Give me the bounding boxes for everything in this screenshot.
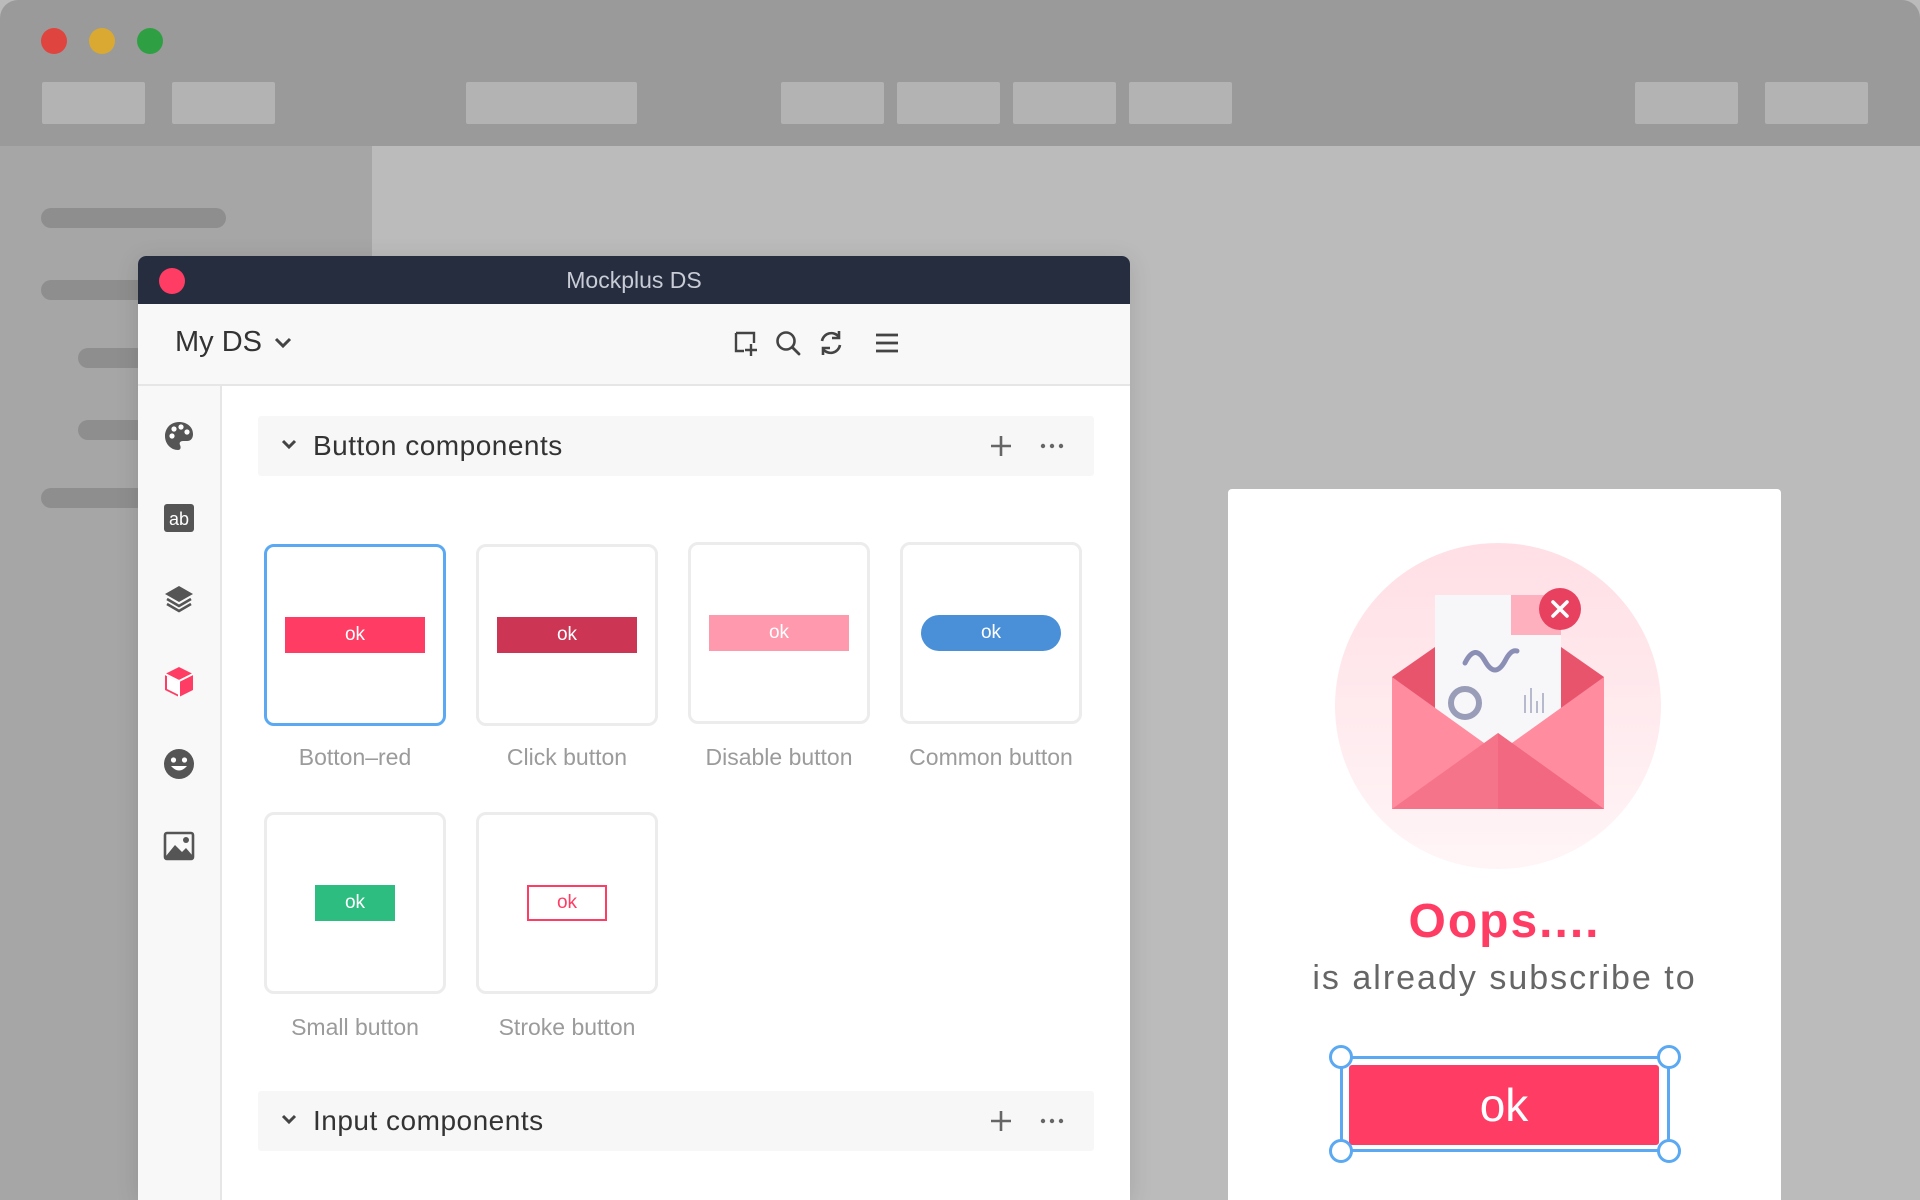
resize-handle-bottom-right[interactable]: [1657, 1139, 1681, 1163]
chevron-down-icon[interactable]: [280, 438, 298, 452]
component-card-disable-button[interactable]: ok: [688, 542, 870, 724]
button-preview-disable: ok: [709, 615, 849, 651]
ds-window-title: Mockplus DS: [566, 267, 702, 293]
library-name: My DS: [175, 326, 262, 358]
library-selector[interactable]: My DS: [175, 326, 292, 359]
placeholder-toolbar-item: [172, 82, 275, 124]
oops-dialog: Oops.... is already subscribe to ok: [1228, 489, 1781, 1200]
add-icon[interactable]: [988, 1108, 1014, 1134]
placeholder-toolbar-item: [42, 82, 145, 124]
component-card-common-button[interactable]: ok: [900, 542, 1082, 724]
section-header-inputs: Input components: [258, 1091, 1094, 1151]
window-zoom-dot[interactable]: [137, 28, 163, 54]
component-card-button-red[interactable]: ok: [264, 544, 446, 726]
resize-handle-top-left[interactable]: [1329, 1045, 1353, 1069]
refresh-icon[interactable]: [815, 326, 847, 360]
ds-toolbar: My DS: [138, 304, 1130, 386]
add-component-icon[interactable]: [730, 326, 762, 360]
component-card-small-button[interactable]: ok: [264, 812, 446, 994]
section-header-buttons: Button components: [258, 416, 1094, 476]
dialog-subtitle: is already subscribe to: [1312, 959, 1697, 997]
placeholder-line: [41, 488, 151, 508]
more-icon[interactable]: [1040, 442, 1064, 450]
placeholder-line: [41, 208, 226, 228]
component-label: Small button: [291, 1014, 419, 1040]
component-label: Stroke button: [498, 1014, 636, 1040]
placeholder-toolbar-item: [1635, 82, 1738, 124]
button-preview-small: ok: [315, 885, 395, 921]
button-preview-stroke: ok: [527, 885, 607, 921]
component-label: Disable button: [705, 744, 853, 770]
section-title-buttons: Button components: [313, 430, 563, 461]
ds-leftbar: ab: [138, 386, 222, 1200]
placeholder-toolbar-item: [1013, 82, 1116, 124]
resize-handle-bottom-left[interactable]: [1329, 1139, 1353, 1163]
placeholder-line: [41, 280, 151, 300]
add-icon[interactable]: [988, 433, 1014, 459]
emoji-icon[interactable]: [159, 744, 199, 784]
chevron-down-icon[interactable]: [280, 1113, 298, 1127]
dialog-title: Oops....: [1408, 895, 1601, 948]
button-preview-common: ok: [921, 615, 1061, 651]
component-card-click-button[interactable]: ok: [476, 544, 658, 726]
palette-icon[interactable]: [159, 416, 199, 456]
search-icon[interactable]: [772, 326, 804, 360]
ds-titlebar: Mockplus DS: [138, 256, 1130, 304]
mockplus-ds-window: Mockplus DS My DS ab Button components o…: [138, 256, 1130, 1200]
svg-text:ab: ab: [169, 509, 189, 529]
ok-button[interactable]: ok: [1349, 1065, 1659, 1145]
section-title-inputs: Input components: [313, 1105, 544, 1136]
component-label: Botton–red: [298, 744, 412, 770]
chevron-down-icon: [274, 337, 292, 348]
component-label: Click button: [506, 744, 628, 770]
resize-handle-top-right[interactable]: [1657, 1045, 1681, 1069]
placeholder-toolbar-item: [1129, 82, 1232, 124]
button-preview-red: ok: [285, 617, 425, 653]
menu-icon[interactable]: [871, 326, 903, 360]
ds-content: Button components ok Botton–red ok Click…: [224, 386, 1130, 1200]
envelope-illustration: [1335, 543, 1661, 869]
component-icon[interactable]: [159, 662, 199, 702]
placeholder-toolbar-item: [1765, 82, 1868, 124]
background-app-titlebar: [0, 0, 1920, 146]
placeholder-toolbar-item: [897, 82, 1000, 124]
component-label: Common button: [909, 744, 1073, 770]
window-close-dot[interactable]: [41, 28, 67, 54]
component-card-stroke-button[interactable]: ok: [476, 812, 658, 994]
image-icon[interactable]: [159, 826, 199, 866]
ok-button-selection: ok: [1329, 1045, 1681, 1163]
more-icon[interactable]: [1040, 1117, 1064, 1125]
placeholder-toolbar-item: [781, 82, 884, 124]
window-minimize-dot[interactable]: [89, 28, 115, 54]
text-style-icon[interactable]: ab: [159, 498, 199, 538]
button-preview-click: ok: [497, 617, 637, 653]
placeholder-toolbar-item: [466, 82, 637, 124]
layers-icon[interactable]: [159, 580, 199, 620]
